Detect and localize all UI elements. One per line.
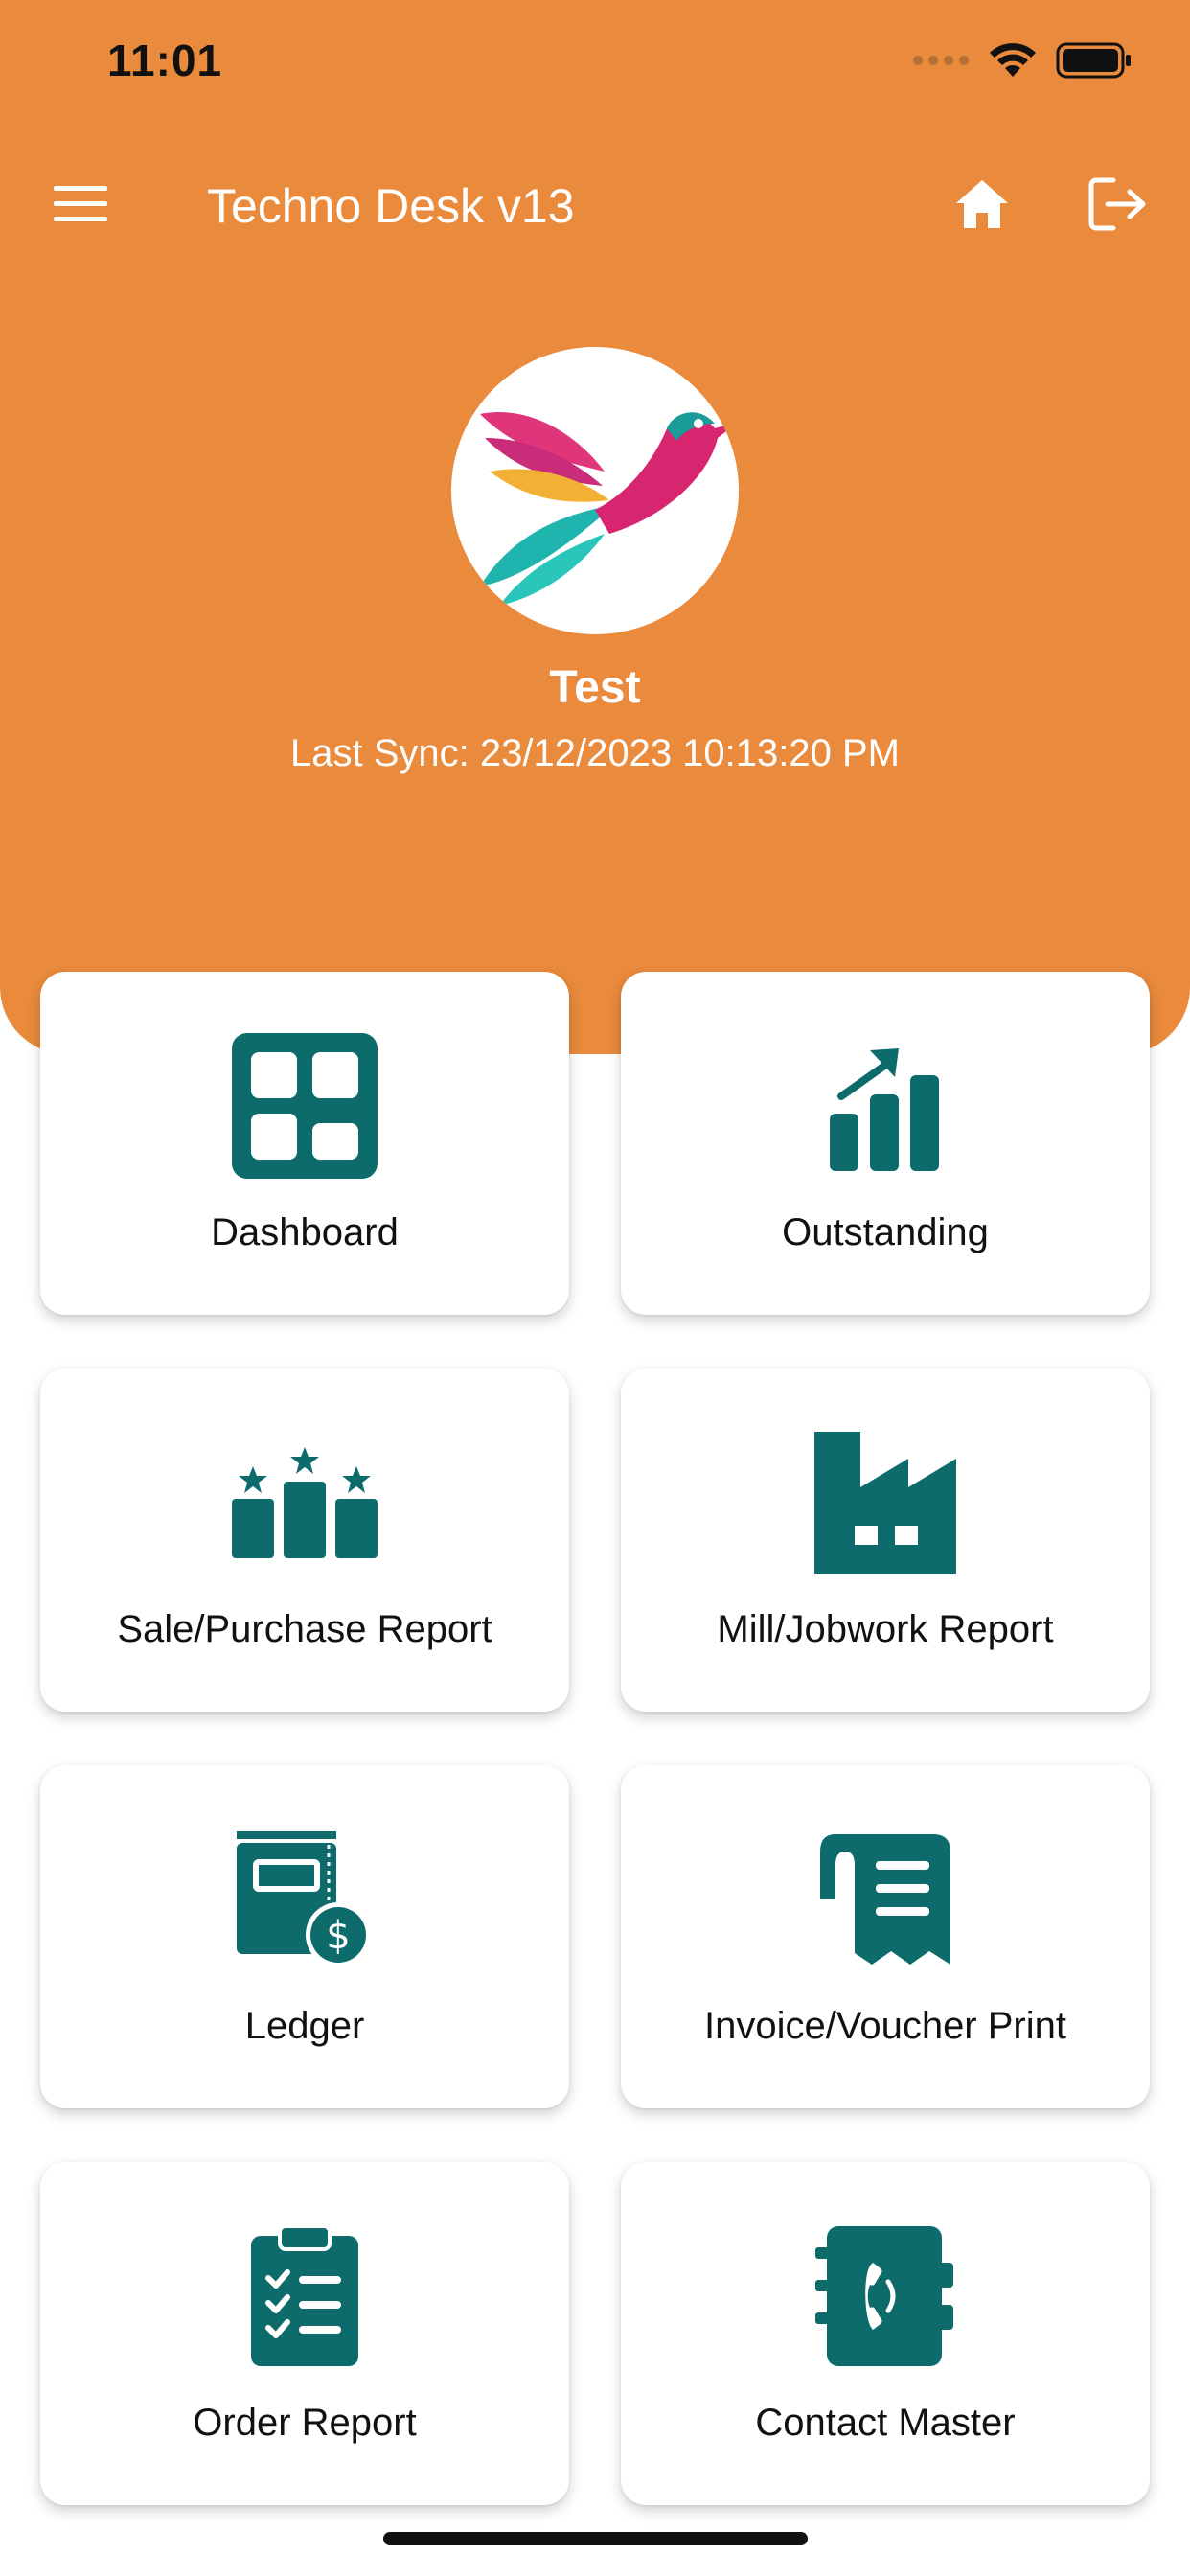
- home-button[interactable]: [949, 174, 1016, 238]
- user-name: Test: [549, 662, 641, 713]
- app-bar: Techno Desk v13: [0, 153, 1190, 259]
- hummingbird-logo-icon: [480, 412, 739, 606]
- clipboard-checklist-icon: [40, 2220, 569, 2373]
- tile-label: Order Report: [193, 2402, 417, 2444]
- tile-outstanding[interactable]: Outstanding: [621, 972, 1150, 1315]
- tile-label: Mill/Jobwork Report: [717, 1608, 1054, 1650]
- logout-button[interactable]: [1085, 174, 1152, 238]
- status-time: 11:01: [107, 35, 223, 85]
- battery-icon: [1056, 42, 1133, 83]
- ledger-book-dollar-icon: $: [40, 1823, 569, 1976]
- tile-label: Ledger: [244, 2005, 365, 2047]
- tile-ledger[interactable]: $ Ledger: [40, 1765, 569, 2108]
- podium-stars-icon: [40, 1426, 569, 1579]
- contact-book-phone-icon: [621, 2220, 1150, 2373]
- svg-text:$: $: [326, 1914, 350, 1958]
- tile-order-report[interactable]: Order Report: [40, 2162, 569, 2505]
- growth-chart-icon: [621, 1029, 1150, 1183]
- factory-icon: [621, 1426, 1150, 1579]
- home-indicator: [383, 2532, 808, 2545]
- tile-contact-master[interactable]: Contact Master: [621, 2162, 1150, 2505]
- receipt-icon: [621, 1823, 1150, 1976]
- tile-label: Outstanding: [782, 1211, 989, 1254]
- tile-label: Sale/Purchase Report: [117, 1608, 492, 1650]
- tile-sale-purchase-report[interactable]: Sale/Purchase Report: [40, 1368, 569, 1712]
- tile-label: Contact Master: [755, 2402, 1016, 2444]
- home-icon: [954, 178, 1010, 235]
- status-icons: [912, 42, 1133, 83]
- wifi-icon: [989, 42, 1037, 83]
- logout-icon: [1088, 176, 1148, 237]
- company-logo-avatar: [451, 347, 739, 634]
- hamburger-menu-icon: [54, 184, 107, 229]
- tile-label: Invoice/Voucher Print: [704, 2005, 1066, 2047]
- dashboard-grid-icon: [40, 1029, 569, 1183]
- home-screen: 11:01 Techno Desk v13 Test Last Sync: 23…: [0, 0, 1190, 2576]
- tile-mill-jobwork-report[interactable]: Mill/Jobwork Report: [621, 1368, 1150, 1712]
- tile-label: Dashboard: [211, 1211, 399, 1254]
- tile-invoice-voucher-print[interactable]: Invoice/Voucher Print: [621, 1765, 1150, 2108]
- menu-button[interactable]: [50, 177, 111, 235]
- last-sync-text: Last Sync: 23/12/2023 10:13:20 PM: [290, 732, 900, 774]
- app-title: Techno Desk v13: [207, 179, 575, 233]
- tile-dashboard[interactable]: Dashboard: [40, 972, 569, 1315]
- status-bar: 11:01: [0, 0, 1190, 134]
- signal-dots-icon: [912, 54, 970, 72]
